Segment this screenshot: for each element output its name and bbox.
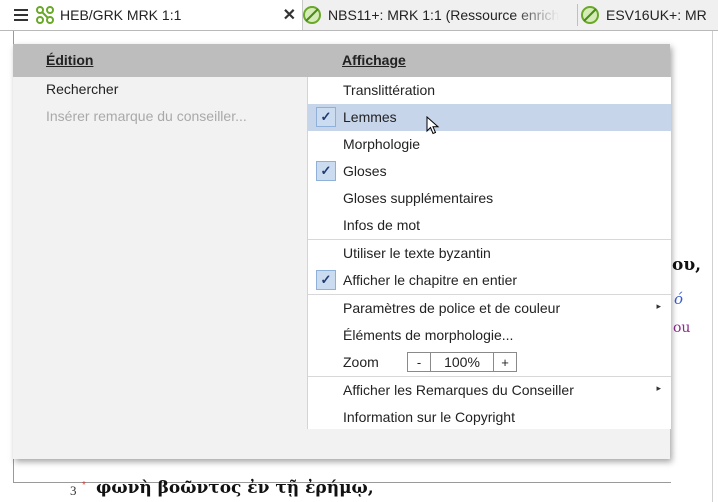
grid-link-icon bbox=[36, 6, 54, 24]
menu-header: Édition Affichage bbox=[13, 44, 670, 77]
zoom-value: 100% bbox=[430, 353, 494, 371]
dropdown-menu: Édition Affichage Rechercher Insérer rem… bbox=[13, 44, 671, 459]
menu-item-gloses-supplementaires[interactable]: Gloses supplémentaires bbox=[308, 185, 671, 212]
menu-item-copyright[interactable]: Information sur le Copyright bbox=[308, 404, 671, 431]
menu-item-gloses[interactable]: ✓ Gloses bbox=[308, 158, 671, 185]
menu-item-chapitre-entier[interactable]: ✓ Afficher le chapitre en entier bbox=[308, 267, 671, 294]
zoom-label: Zoom bbox=[343, 354, 379, 370]
menu-item-label: Gloses bbox=[343, 163, 387, 179]
menu-item-label: Utiliser le texte byzantin bbox=[343, 245, 491, 261]
affichage-column: Translittération ✓ Lemmes Morphologie ✓ … bbox=[307, 77, 671, 429]
zoom-plus-button[interactable]: + bbox=[494, 353, 516, 371]
text-fragment-purple: ou bbox=[673, 320, 691, 336]
zoom-minus-button[interactable]: - bbox=[408, 353, 430, 371]
verse-number: 3 bbox=[70, 483, 77, 498]
green-check-circle-icon bbox=[580, 5, 600, 25]
menu-item-label: Afficher le chapitre en entier bbox=[343, 272, 518, 288]
menu-item-label: Gloses supplémentaires bbox=[343, 190, 494, 206]
zoom-stepper: - 100% + bbox=[407, 352, 517, 372]
tab-heb-grk[interactable]: HEB/GRK MRK 1:1 ✕ bbox=[0, 0, 303, 30]
affichage-header: Affichage bbox=[342, 52, 406, 68]
menu-item-label: Afficher les Remarques du Conseiller bbox=[343, 382, 574, 398]
pane-border bbox=[712, 31, 713, 502]
menu-item-rechercher[interactable]: Rechercher bbox=[46, 81, 118, 97]
tab-label: ESV16UK+: MR bbox=[606, 7, 707, 23]
menu-item-label: Translittération bbox=[343, 82, 436, 98]
menu-item-zoom: Zoom - 100% + bbox=[308, 349, 671, 376]
tab-nbs11[interactable]: NBS11+: MRK 1:1 (Ressource enrich bbox=[302, 0, 578, 30]
menu-item-label: Éléments de morphologie... bbox=[343, 327, 514, 343]
menu-item-parametres-police[interactable]: Paramètres de police et de couleur ▸ bbox=[308, 295, 671, 322]
tab-separator bbox=[577, 4, 578, 26]
checkmark-icon: ✓ bbox=[316, 161, 336, 181]
tab-esv16uk[interactable]: ESV16UK+: MR bbox=[580, 0, 718, 30]
tab-bar: HEB/GRK MRK 1:1 ✕ NBS11+: MRK 1:1 (Resso… bbox=[0, 0, 718, 31]
tab-label: HEB/GRK MRK 1:1 bbox=[60, 7, 182, 23]
submenu-arrow-icon: ▸ bbox=[656, 301, 661, 311]
menu-item-morphologie[interactable]: Morphologie bbox=[308, 131, 671, 158]
menu-item-label: Paramètres de police et de couleur bbox=[343, 300, 561, 316]
menu-item-texte-byzantin[interactable]: Utiliser le texte byzantin bbox=[308, 240, 671, 267]
mouse-cursor-icon bbox=[426, 116, 440, 135]
green-check-circle-icon bbox=[302, 5, 322, 25]
menu-item-translitteration[interactable]: Translittération bbox=[308, 77, 671, 104]
menu-item-inserer-remarque: Insérer remarque du conseiller... bbox=[46, 108, 247, 124]
menu-item-label: Morphologie bbox=[343, 136, 421, 152]
verse-text[interactable]: φωνὴ βοῶντος ἐν τῇ ἐρήμῳ, bbox=[96, 478, 374, 498]
close-tab-icon[interactable]: ✕ bbox=[283, 5, 296, 25]
menu-item-label: Lemmes bbox=[343, 109, 397, 125]
hamburger-menu-icon[interactable] bbox=[14, 9, 28, 21]
menu-item-infos-de-mot[interactable]: Infos de mot bbox=[308, 212, 671, 239]
menu-item-elements-morphologie[interactable]: Éléments de morphologie... bbox=[308, 322, 671, 349]
checkmark-icon: ✓ bbox=[316, 270, 336, 290]
submenu-arrow-icon: ▸ bbox=[656, 383, 661, 393]
edition-header: Édition bbox=[46, 52, 94, 68]
text-fragment: ου, bbox=[672, 255, 702, 275]
menu-item-label: Information sur le Copyright bbox=[343, 409, 515, 425]
menu-item-lemmes[interactable]: ✓ Lemmes bbox=[308, 104, 671, 131]
menu-item-label: Infos de mot bbox=[343, 217, 421, 233]
checkmark-icon: ✓ bbox=[316, 107, 336, 127]
menu-item-remarques-conseiller[interactable]: Afficher les Remarques du Conseiller ▸ bbox=[308, 377, 671, 404]
tab-label: NBS11+: MRK 1:1 (Ressource enrich bbox=[328, 7, 560, 23]
text-fragment-blue: ό bbox=[674, 290, 684, 308]
verse-marker-icon: * bbox=[82, 480, 86, 491]
